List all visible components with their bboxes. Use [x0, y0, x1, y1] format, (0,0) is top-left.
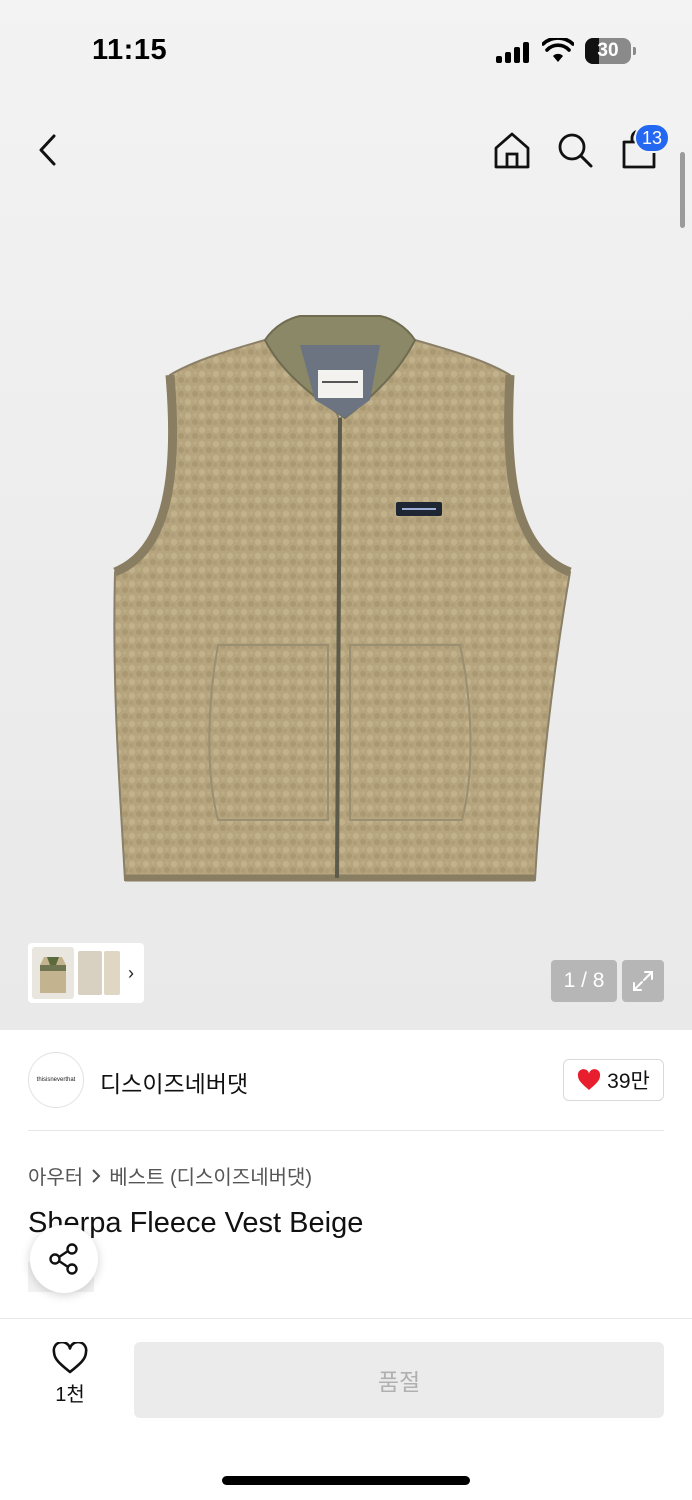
breadcrumb-subcategory[interactable]: 베스트 (디스이즈네버댓): [109, 1161, 312, 1190]
search-icon: [558, 133, 593, 168]
product-image[interactable]: [100, 300, 580, 900]
battery-level: 30: [597, 40, 619, 61]
expand-image-button[interactable]: [622, 960, 664, 1002]
thumbnail-2[interactable]: [78, 951, 102, 995]
wishlist-count: 1천: [55, 1384, 85, 1406]
divider: [28, 1130, 664, 1131]
home-icon: [494, 132, 530, 169]
thumbnail-1[interactable]: [32, 947, 74, 999]
brand-like-button[interactable]: 39만: [563, 1059, 664, 1101]
battery-icon: 30: [585, 38, 636, 64]
thumbnail-3[interactable]: [104, 951, 120, 995]
share-button[interactable]: [30, 1225, 98, 1293]
wifi-icon: [542, 38, 574, 62]
search-button[interactable]: [551, 126, 599, 174]
signal-icon: [496, 41, 532, 63]
product-image-gallery[interactable]: 11:15 30 13 › 1 / 8: [0, 0, 692, 1030]
brand-like-count: 39만: [607, 1070, 650, 1093]
brand-logo-text: thisisneverthat: [36, 1077, 76, 1083]
chevron-right-icon: [92, 1168, 101, 1183]
heart-filled-icon: [578, 1069, 601, 1090]
chevron-right-icon[interactable]: ›: [128, 963, 134, 984]
brand-name[interactable]: 디스이즈네버댓: [100, 1065, 248, 1099]
share-icon: [49, 1243, 78, 1275]
sold-out-button[interactable]: 품절: [134, 1342, 664, 1418]
image-counter: 1 / 8: [551, 960, 617, 1002]
thumbnail-strip[interactable]: ›: [28, 943, 144, 1003]
breadcrumb-category[interactable]: 아우터: [28, 1161, 83, 1190]
home-indicator[interactable]: [222, 1476, 470, 1485]
breadcrumb: 아우터 베스트 (디스이즈네버댓): [28, 1161, 312, 1190]
cart-count-badge: 13: [634, 123, 670, 153]
status-bar: 11:15 30: [0, 0, 692, 100]
heart-outline-icon: [52, 1342, 88, 1374]
status-time: 11:15: [92, 34, 168, 66]
expand-icon: [633, 971, 653, 991]
brand-logo[interactable]: thisisneverthat: [28, 1052, 84, 1108]
scrollbar[interactable]: [680, 152, 685, 228]
chevron-left-icon: [39, 134, 56, 166]
bottom-bar-divider: [0, 1318, 692, 1319]
back-button[interactable]: [24, 126, 72, 174]
home-button[interactable]: [488, 126, 536, 174]
wishlist-button[interactable]: 1천: [40, 1342, 100, 1418]
